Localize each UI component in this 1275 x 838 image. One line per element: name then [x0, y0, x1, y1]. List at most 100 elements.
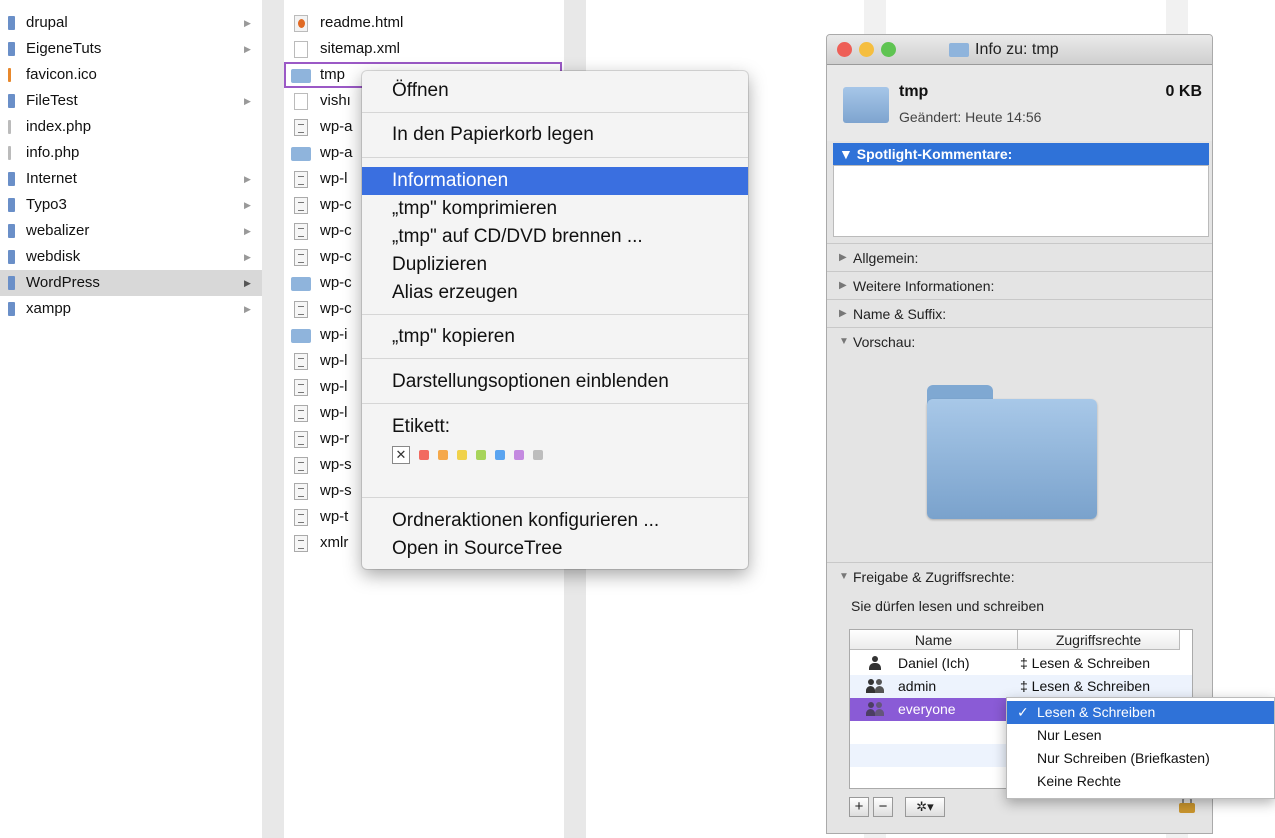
disclosure-arrow-icon: ▶ — [244, 278, 251, 288]
disclosure-arrow-icon: ▶ — [244, 174, 251, 184]
php-file-icon — [294, 431, 308, 448]
minimize-button[interactable] — [859, 42, 874, 57]
php-file-icon — [294, 405, 308, 422]
menu-item-folder-actions[interactable]: Ordneraktionen konfigurieren ... — [362, 507, 748, 535]
disclosure-arrow-icon: ▶ — [244, 96, 251, 106]
disclosure-arrow-icon: ▶ — [244, 252, 251, 262]
php-file-icon — [294, 171, 308, 188]
list-item[interactable]: xampp ▶ — [0, 296, 262, 322]
menu-item-compress[interactable]: „tmp" komprimieren — [362, 195, 748, 223]
menu-item-sourcetree[interactable]: Open in SourceTree — [362, 535, 748, 563]
list-item[interactable]: sitemap.xml — [284, 36, 562, 62]
zoom-button[interactable] — [881, 42, 896, 57]
php-file-icon — [294, 301, 308, 318]
access-option-none[interactable]: Keine Rechte — [1007, 770, 1274, 793]
list-item[interactable]: readme.html — [284, 10, 562, 36]
disclosure-triangle-icon: ▼ — [839, 571, 849, 582]
folder-icon — [291, 277, 311, 291]
label-purple[interactable] — [514, 450, 524, 460]
list-item[interactable]: drupal ▶ — [0, 10, 262, 36]
menu-separator — [362, 157, 748, 158]
table-row[interactable]: admin ‡ Lesen & Schreiben — [850, 675, 1192, 698]
section-preview[interactable]: ▼ Vorschau: — [827, 327, 1212, 355]
menu-item-copy[interactable]: „tmp" kopieren — [362, 323, 748, 351]
label-blue[interactable] — [495, 450, 505, 460]
file-icon — [294, 41, 308, 58]
disclosure-triangle-icon: ▶ — [839, 308, 847, 319]
file-icon — [8, 120, 11, 134]
php-file-icon — [294, 379, 308, 396]
folder-icon — [8, 224, 15, 238]
checkmark-icon: ✓ — [1017, 704, 1029, 720]
close-button[interactable] — [837, 42, 852, 57]
label-green[interactable] — [476, 450, 486, 460]
column-header-access[interactable]: Zugriffsrechte — [1018, 630, 1180, 650]
label-yellow[interactable] — [457, 450, 467, 460]
php-file-icon — [294, 483, 308, 500]
label-red[interactable] — [419, 450, 429, 460]
list-item[interactable]: FileTest ▶ — [0, 88, 262, 114]
list-item[interactable]: Internet ▶ — [0, 166, 262, 192]
access-option-read-only[interactable]: Nur Lesen — [1007, 724, 1274, 747]
list-item[interactable]: Typo3 ▶ — [0, 192, 262, 218]
user-icon — [868, 656, 882, 670]
access-option-write-only[interactable]: Nur Schreiben (Briefkasten) — [1007, 747, 1274, 770]
menu-item-open[interactable]: Öffnen — [362, 77, 748, 105]
list-item[interactable]: webdisk ▶ — [0, 244, 262, 270]
label-gray[interactable] — [533, 450, 543, 460]
list-item[interactable]: webalizer ▶ — [0, 218, 262, 244]
access-option-read-write[interactable]: ✓ Lesen & Schreiben — [1007, 701, 1274, 724]
php-file-icon — [294, 197, 308, 214]
menu-item-info[interactable]: Informationen — [362, 167, 748, 195]
disclosure-triangle-icon: ▶ — [839, 280, 847, 291]
menu-item-burn[interactable]: „tmp" auf CD/DVD brennen ... — [362, 223, 748, 251]
section-more-info[interactable]: ▶ Weitere Informationen: — [827, 271, 1212, 299]
list-item[interactable]: index.php — [0, 114, 262, 140]
section-sharing[interactable]: ▼ Freigabe & Zugriffsrechte: — [827, 562, 1212, 590]
access-popup[interactable]: ‡ Lesen & Schreiben — [1020, 675, 1150, 698]
php-file-icon — [294, 223, 308, 240]
add-user-button[interactable]: + — [849, 797, 869, 817]
section-name-ext[interactable]: ▶ Name & Suffix: — [827, 299, 1212, 327]
label-colors: ✕ — [392, 445, 543, 465]
menu-separator — [362, 314, 748, 315]
file-size: 0 KB — [1165, 83, 1202, 100]
access-popup[interactable]: ‡ Lesen & Schreiben — [1020, 652, 1150, 675]
menu-separator — [362, 497, 748, 498]
menu-item-view-options[interactable]: Darstellungsoptionen einblenden — [362, 368, 748, 396]
no-label-button[interactable]: ✕ — [392, 446, 410, 464]
spotlight-comments-field[interactable] — [833, 165, 1209, 237]
spotlight-comments-header[interactable]: ▼ Spotlight-Kommentare: — [833, 143, 1209, 165]
folder-icon — [291, 69, 311, 83]
list-item[interactable]: EigeneTuts ▶ — [0, 36, 262, 62]
table-row-selected[interactable]: everyone — [850, 698, 1030, 721]
list-item[interactable]: favicon.ico — [0, 62, 262, 88]
title-bar[interactable]: Info zu: tmp — [827, 35, 1212, 65]
disclosure-arrow-icon: ▶ — [244, 226, 251, 236]
finder-column-1: drupal ▶ EigeneTuts ▶ favicon.ico FileTest… — [0, 0, 262, 838]
menu-item-trash[interactable]: In den Papierkorb legen — [362, 121, 748, 149]
php-file-icon — [294, 353, 308, 370]
label-heading: Etikett: — [392, 416, 451, 437]
section-general[interactable]: ▶ Allgemein: — [827, 243, 1212, 271]
folder-icon — [8, 16, 15, 30]
menu-separator — [362, 112, 748, 113]
group-icon — [866, 702, 884, 716]
folder-icon — [291, 147, 311, 161]
label-orange[interactable] — [438, 450, 448, 460]
column-header-name[interactable]: Name — [850, 630, 1018, 650]
folder-icon — [8, 198, 15, 212]
list-item[interactable]: info.php — [0, 140, 262, 166]
table-row[interactable]: Daniel (Ich) ‡ Lesen & Schreiben — [850, 652, 1192, 675]
column-divider[interactable] — [262, 0, 284, 838]
gear-menu-button[interactable]: ✲▾ — [905, 797, 945, 817]
remove-user-button[interactable]: − — [873, 797, 893, 817]
php-file-icon — [294, 535, 308, 552]
folder-icon — [949, 43, 969, 57]
menu-item-alias[interactable]: Alias erzeugen — [362, 279, 748, 307]
list-item-selected[interactable]: WordPress ▶ — [0, 270, 262, 296]
folder-icon — [8, 94, 15, 108]
menu-item-duplicate[interactable]: Duplizieren — [362, 251, 748, 279]
folder-icon — [8, 250, 15, 264]
php-file-icon — [294, 509, 308, 526]
